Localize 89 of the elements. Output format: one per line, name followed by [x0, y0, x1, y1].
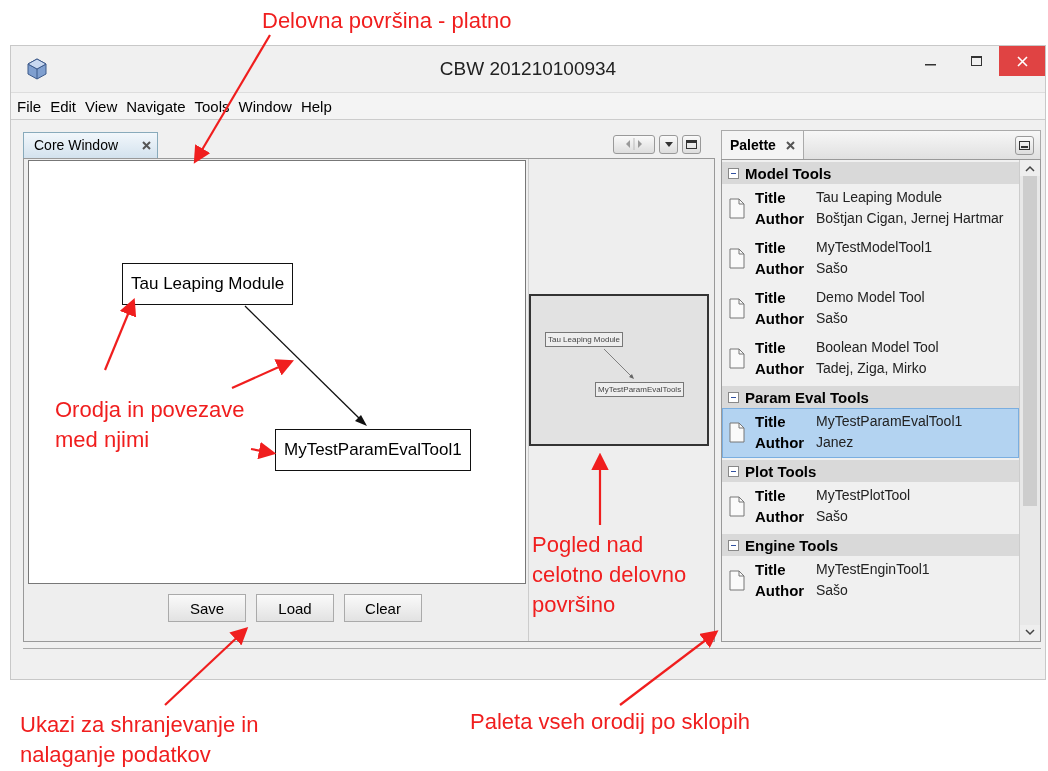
tool-node[interactable]: MyTestParamEvalTool1 — [275, 429, 471, 471]
tool-title: Boolean Model Tool — [816, 339, 939, 356]
palette-tab[interactable]: Palette — [722, 131, 804, 159]
caret-icon — [663, 140, 674, 148]
field-label: Title — [755, 339, 787, 356]
field-label: Author — [755, 582, 806, 599]
field-label: Author — [755, 210, 806, 227]
field-label: Author — [755, 434, 806, 451]
tool-author: Janez — [816, 434, 855, 451]
action-button[interactable]: Clear — [344, 594, 422, 622]
scroll-down-icon[interactable] — [1025, 629, 1035, 636]
annotation-text: Ukazi za shranjevanje in nalaganje podatkov — [20, 711, 260, 769]
menu-item[interactable]: File — [17, 97, 42, 115]
annotation-text: Delovna površina - platno — [262, 7, 513, 35]
annotation-text: Orodja in povezave med njimi — [55, 396, 246, 454]
document-icon — [729, 247, 745, 269]
section-header[interactable]: Engine Tools — [722, 534, 1019, 556]
document-icon — [729, 347, 745, 369]
tool-title: MyTestModelTool1 — [816, 239, 932, 256]
close-icon[interactable] — [142, 140, 152, 150]
annotation-arrow — [231, 359, 294, 389]
window-title: CBW 201210100934 — [439, 58, 617, 80]
annotation-text: Paleta vseh orodij po sklopih — [470, 708, 752, 736]
tool-author: Sašo — [816, 310, 849, 327]
maximize-icon — [686, 139, 697, 149]
section-header[interactable]: Model Tools — [722, 162, 1019, 184]
tool-title: MyTestPlotTool — [816, 487, 911, 504]
field-label: Title — [755, 413, 787, 430]
palette-item[interactable]: Title MyTestParamEvalTool1 Author Janez — [722, 408, 1019, 458]
section-header[interactable]: Param Eval Tools — [722, 386, 1019, 408]
field-label: Author — [755, 360, 806, 377]
tool-author: Tadej, Ziga, Mirko — [816, 360, 928, 377]
tool-author: Boštjan Cigan, Jernej Hartmar — [816, 210, 1004, 227]
collapse-icon[interactable] — [728, 167, 739, 179]
action-button[interactable]: Load — [256, 594, 334, 622]
minimize-icon — [1019, 140, 1030, 150]
collapse-icon[interactable] — [728, 391, 739, 403]
palette-item[interactable]: Title Demo Model Tool Author Sašo — [722, 284, 1019, 334]
maximize-icon — [970, 56, 982, 66]
menu-item[interactable]: Window — [238, 97, 292, 115]
field-label: Title — [755, 289, 787, 306]
field-label: Title — [755, 239, 787, 256]
tool-title: Tau Leaping Module — [816, 189, 944, 206]
menu-item[interactable]: View — [85, 97, 118, 115]
field-label: Title — [755, 561, 787, 578]
scroll-up-icon[interactable] — [1025, 165, 1035, 172]
action-button[interactable]: Save — [168, 594, 246, 622]
annotation-arrow — [250, 441, 277, 460]
document-icon — [729, 297, 745, 319]
menu-item[interactable]: Help — [300, 97, 332, 115]
field-label: Title — [755, 487, 787, 504]
field-label: Author — [755, 260, 806, 277]
palette-item[interactable]: Title Tau Leaping Module Author Boštjan Cigan, Jernej Hartmar — [722, 184, 1019, 234]
minimize-button[interactable] — [1015, 135, 1034, 155]
dropdown-button[interactable] — [659, 134, 678, 154]
editor-tab[interactable]: Core Window — [23, 132, 159, 158]
field-label: Author — [755, 310, 806, 327]
collapse-icon[interactable] — [728, 465, 739, 477]
minimize-icon — [924, 64, 936, 66]
tool-author: Sašo — [816, 508, 849, 525]
palette-item[interactable]: Title Boolean Model Tool Author Tadej, Ziga, Mirko — [722, 334, 1019, 384]
menu-item[interactable]: Navigate — [126, 97, 186, 115]
menu-item[interactable]: Edit — [50, 97, 77, 115]
document-icon — [729, 495, 745, 517]
tool-author: Sašo — [816, 582, 849, 599]
maximize-button[interactable] — [682, 134, 701, 154]
connector-arrow — [603, 348, 635, 380]
tool-title: MyTestEnginTool1 — [816, 561, 930, 578]
field-label: Author — [755, 508, 806, 525]
cube-icon — [27, 58, 47, 80]
palette-item[interactable]: Title MyTestEnginTool1 Author Sašo — [722, 556, 1019, 606]
close-icon[interactable] — [785, 140, 795, 150]
close-icon — [1016, 55, 1028, 67]
palette-item[interactable]: Title MyTestPlotTool Author Sašo — [722, 482, 1019, 532]
tool-title: Demo Model Tool — [816, 289, 925, 306]
tool-node: Tau Leaping Module — [545, 332, 624, 347]
palette-item[interactable]: Title MyTestModelTool1 Author Sašo — [722, 234, 1019, 284]
section-header[interactable]: Plot Tools — [722, 460, 1019, 482]
annotation-text: Pogled nad celotno delovno površino — [532, 531, 688, 619]
document-icon — [729, 197, 745, 219]
scrollbar[interactable] — [1019, 160, 1040, 641]
tool-author: Sašo — [816, 260, 849, 277]
tool-node: MyTestParamEvalTools — [595, 382, 685, 397]
tool-title: MyTestParamEvalTool1 — [816, 413, 963, 430]
document-icon — [729, 421, 745, 443]
collapse-icon[interactable] — [728, 539, 739, 551]
document-icon — [729, 569, 745, 591]
tool-node[interactable]: Tau Leaping Module — [122, 263, 294, 305]
field-label: Title — [755, 189, 787, 206]
